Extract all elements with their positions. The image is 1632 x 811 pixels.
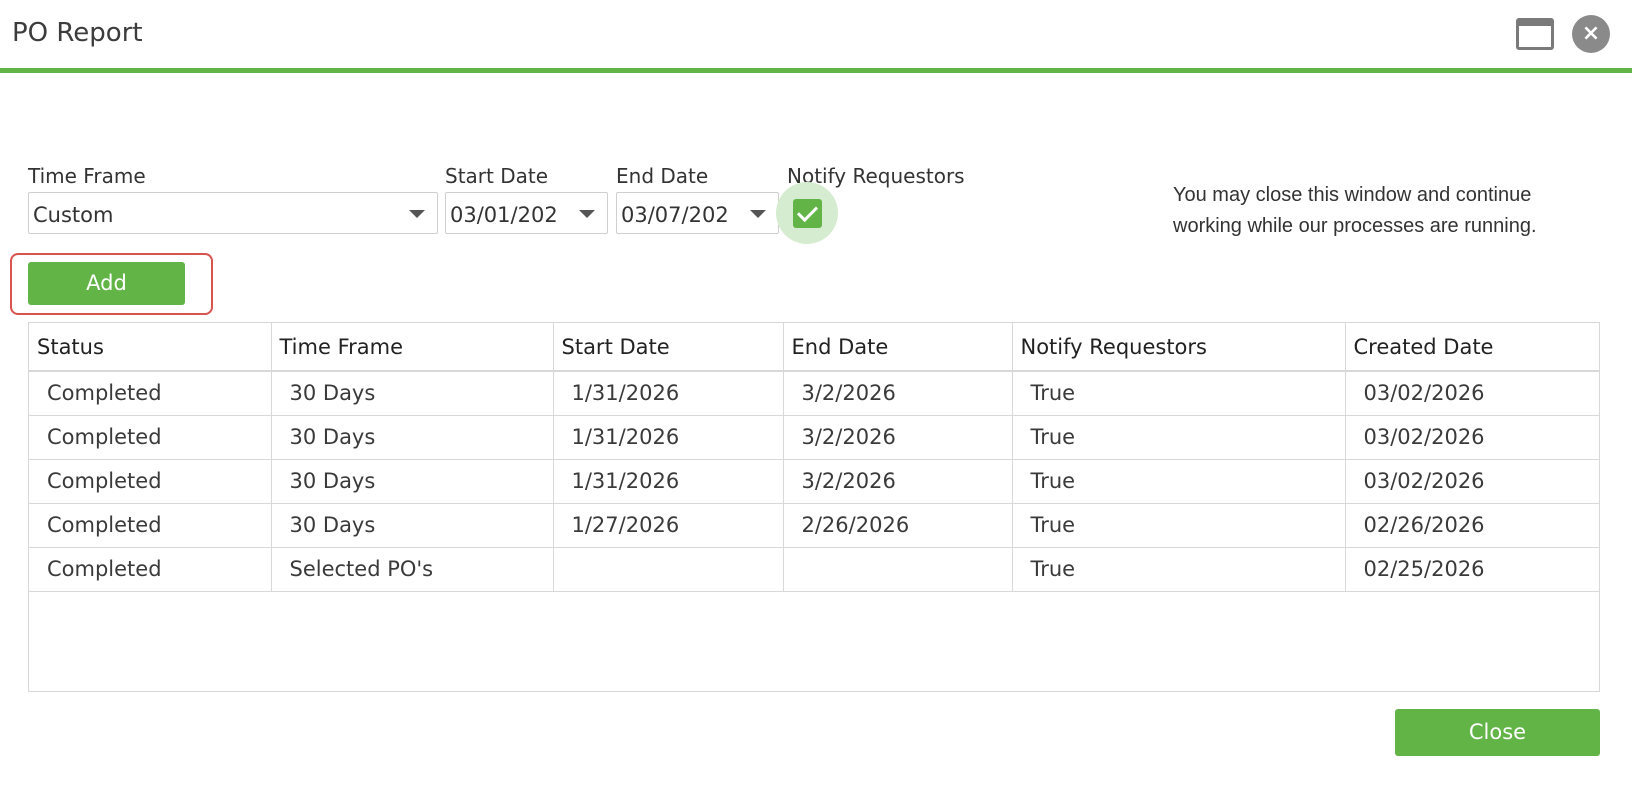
window-title: PO Report xyxy=(12,18,143,48)
cell-notify-requestors: True xyxy=(1012,459,1346,504)
column-header-time-frame[interactable]: Time Frame xyxy=(271,323,554,372)
column-header-end-date[interactable]: End Date xyxy=(783,323,1013,372)
cell-created-date: 02/26/2026 xyxy=(1345,503,1599,548)
maximize-icon[interactable] xyxy=(1516,18,1554,50)
cell-notify-requestors: True xyxy=(1012,503,1346,548)
cell-start-date: 1/31/2026 xyxy=(553,415,784,460)
cell-end-date xyxy=(783,547,1013,592)
cell-status: Completed xyxy=(29,415,272,460)
chevron-down-icon xyxy=(750,210,766,218)
add-button[interactable]: Add xyxy=(28,262,185,305)
cell-time-frame: 30 Days xyxy=(271,459,554,504)
cell-notify-requestors: True xyxy=(1012,415,1346,460)
report-table: Status Time Frame Start Date End Date No… xyxy=(29,323,1599,592)
end-date-value: 03/07/2026 xyxy=(621,203,743,227)
cell-end-date: 3/2/2026 xyxy=(783,415,1013,460)
cell-end-date: 3/2/2026 xyxy=(783,459,1013,504)
close-icon[interactable]: × xyxy=(1572,15,1610,53)
column-header-created-date[interactable]: Created Date xyxy=(1345,323,1599,372)
table-row[interactable]: Completed 30 Days 1/27/2026 2/26/2026 Tr… xyxy=(29,503,1599,548)
close-button[interactable]: Close xyxy=(1395,709,1600,756)
cell-time-frame: 30 Days xyxy=(271,371,554,416)
end-date-label: End Date xyxy=(616,164,709,188)
report-grid: Status Time Frame Start Date End Date No… xyxy=(28,322,1600,692)
start-date-label: Start Date xyxy=(445,164,549,188)
background-process-info: You may close this window and continue w… xyxy=(1173,180,1593,242)
start-date-picker[interactable]: 03/01/2026 xyxy=(445,192,608,234)
cell-end-date: 3/2/2026 xyxy=(783,371,1013,416)
table-row[interactable]: Completed 30 Days 1/31/2026 3/2/2026 Tru… xyxy=(29,415,1599,460)
cell-status: Completed xyxy=(29,459,272,504)
cell-status: Completed xyxy=(29,371,272,416)
column-header-status[interactable]: Status xyxy=(29,323,272,372)
cell-notify-requestors: True xyxy=(1012,547,1346,592)
end-date-picker[interactable]: 03/07/2026 xyxy=(616,192,779,234)
cell-start-date xyxy=(553,547,784,592)
cell-created-date: 03/02/2026 xyxy=(1345,459,1599,504)
table-row[interactable]: Completed Selected PO's True 02/25/2026 xyxy=(29,547,1599,592)
table-row[interactable]: Completed 30 Days 1/31/2026 3/2/2026 Tru… xyxy=(29,459,1599,504)
table-header-row: Status Time Frame Start Date End Date No… xyxy=(29,323,1599,372)
info-line-1: You may close this window and continue xyxy=(1173,184,1532,206)
info-line-2: working while our processes are running. xyxy=(1173,215,1537,237)
time-frame-value: Custom xyxy=(33,203,114,227)
cell-start-date: 1/31/2026 xyxy=(553,459,784,504)
column-header-notify-requestors[interactable]: Notify Requestors xyxy=(1012,323,1346,372)
cell-status: Completed xyxy=(29,503,272,548)
cell-status: Completed xyxy=(29,547,272,592)
time-frame-label: Time Frame xyxy=(28,164,146,188)
cell-created-date: 02/25/2026 xyxy=(1345,547,1599,592)
cell-time-frame: 30 Days xyxy=(271,415,554,460)
cell-end-date: 2/26/2026 xyxy=(783,503,1013,548)
chevron-down-icon xyxy=(579,210,595,218)
notify-requestors-checkbox[interactable] xyxy=(793,199,822,228)
column-header-start-date[interactable]: Start Date xyxy=(553,323,784,372)
start-date-value: 03/01/2026 xyxy=(450,203,572,227)
cell-start-date: 1/31/2026 xyxy=(553,371,784,416)
chevron-down-icon xyxy=(409,210,425,218)
cell-time-frame: Selected PO's xyxy=(271,547,554,592)
cell-start-date: 1/27/2026 xyxy=(553,503,784,548)
time-frame-select[interactable]: Custom xyxy=(28,192,438,234)
table-row[interactable]: Completed 30 Days 1/31/2026 3/2/2026 Tru… xyxy=(29,371,1599,416)
cell-created-date: 03/02/2026 xyxy=(1345,371,1599,416)
cell-notify-requestors: True xyxy=(1012,371,1346,416)
cell-time-frame: 30 Days xyxy=(271,503,554,548)
cell-created-date: 03/02/2026 xyxy=(1345,415,1599,460)
title-bar: PO Report × xyxy=(0,0,1632,73)
